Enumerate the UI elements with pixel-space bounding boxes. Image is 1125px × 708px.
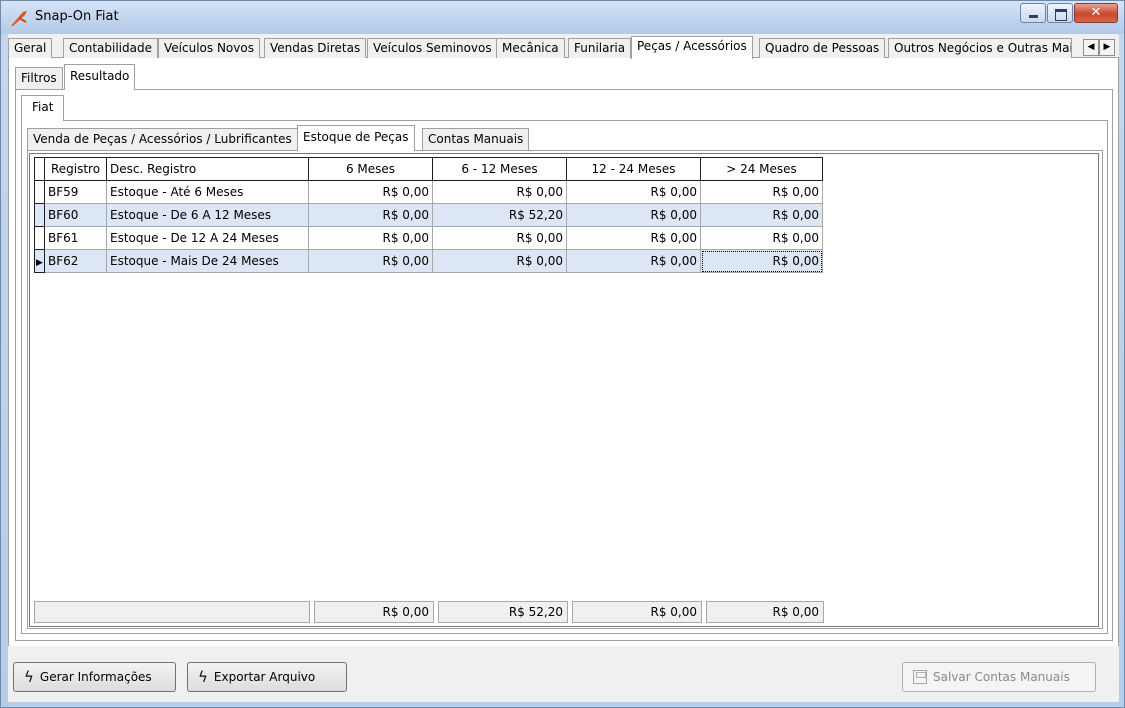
tab-filtros[interactable]: Filtros bbox=[15, 67, 63, 89]
table-row[interactable]: BF59 Estoque - Até 6 Meses R$ 0,00 R$ 0,… bbox=[34, 180, 823, 204]
cell-6-12-meses[interactable]: R$ 0,00 bbox=[432, 249, 567, 273]
header-6-meses[interactable]: 6 Meses bbox=[308, 157, 433, 181]
tab-contas-manuais[interactable]: Contas Manuais bbox=[422, 128, 530, 150]
total-6-12-meses: R$ 52,20 bbox=[438, 601, 568, 623]
cell-6-meses[interactable]: R$ 0,00 bbox=[308, 226, 433, 250]
tab-pecas-acessorios[interactable]: Peças / Acessórios bbox=[631, 36, 753, 59]
tab-resultado[interactable]: Resultado bbox=[64, 64, 136, 90]
header-registro[interactable]: Registro bbox=[44, 157, 107, 181]
salvar-label: Salvar Contas Manuais bbox=[933, 670, 1070, 684]
cell-24-plus-meses[interactable]: R$ 0,00 bbox=[700, 249, 823, 273]
table-row[interactable]: BF60 Estoque - De 6 A 12 Meses R$ 0,00 R… bbox=[34, 203, 823, 227]
row-indicator bbox=[34, 180, 45, 204]
tab-veiculos-novos[interactable]: Veículos Novos bbox=[158, 38, 260, 58]
cell-desc[interactable]: Estoque - Mais De 24 Meses bbox=[106, 249, 309, 273]
cell-6-12-meses[interactable]: R$ 52,20 bbox=[432, 203, 567, 227]
header-12-24-meses[interactable]: 12 - 24 Meses bbox=[566, 157, 701, 181]
header-desc-registro[interactable]: Desc. Registro bbox=[106, 157, 309, 181]
close-icon: ✕ bbox=[1090, 5, 1102, 20]
cell-registro[interactable]: BF59 bbox=[44, 180, 107, 204]
cell-12-24-meses[interactable]: R$ 0,00 bbox=[566, 203, 701, 227]
cell-6-meses[interactable]: R$ 0,00 bbox=[308, 249, 433, 273]
cell-desc[interactable]: Estoque - Até 6 Meses bbox=[106, 180, 309, 204]
header-6-12-meses[interactable]: 6 - 12 Meses bbox=[432, 157, 567, 181]
tab-geral[interactable]: Geral bbox=[8, 38, 53, 58]
salvar-contas-manuais-button[interactable]: Salvar Contas Manuais bbox=[902, 662, 1096, 692]
grid-header-row: Registro Desc. Registro 6 Meses 6 - 12 M… bbox=[34, 157, 823, 181]
tab-venda-pecas[interactable]: Venda de Peças / Acessórios / Lubrifican… bbox=[27, 128, 298, 150]
tab-quadro-de-pessoas[interactable]: Quadro de Pessoas bbox=[759, 38, 886, 58]
cell-24-plus-meses[interactable]: R$ 0,00 bbox=[700, 203, 823, 227]
header-24-plus-meses[interactable]: > 24 Meses bbox=[700, 157, 823, 181]
exportar-arquivo-button[interactable]: ϟ Exportar Arquivo bbox=[187, 662, 347, 692]
cell-12-24-meses[interactable]: R$ 0,00 bbox=[566, 249, 701, 273]
cell-24-plus-meses[interactable]: R$ 0,00 bbox=[700, 226, 823, 250]
cell-desc[interactable]: Estoque - De 12 A 24 Meses bbox=[106, 226, 309, 250]
current-row-arrow-icon: ▶ bbox=[34, 249, 45, 273]
cell-12-24-meses[interactable]: R$ 0,00 bbox=[566, 226, 701, 250]
cell-registro[interactable]: BF60 bbox=[44, 203, 107, 227]
maximize-button[interactable] bbox=[1047, 3, 1073, 23]
app-window: Snap-On Fiat ✕ Geral Contabilidade Veícu… bbox=[0, 0, 1125, 708]
minimize-button[interactable] bbox=[1020, 3, 1046, 23]
table-row-selected[interactable]: ▶ BF62 Estoque - Mais De 24 Meses R$ 0,0… bbox=[34, 249, 823, 273]
row-indicator-header bbox=[34, 157, 45, 181]
tab-funilaria[interactable]: Funilaria bbox=[568, 38, 632, 58]
title-bar[interactable]: Snap-On Fiat ✕ bbox=[1, 1, 1124, 34]
cell-6-12-meses[interactable]: R$ 0,00 bbox=[432, 226, 567, 250]
cell-6-12-meses[interactable]: R$ 0,00 bbox=[432, 180, 567, 204]
totals-row: R$ 0,00 R$ 52,20 R$ 0,00 R$ 0,00 bbox=[34, 601, 828, 623]
close-button[interactable]: ✕ bbox=[1074, 3, 1118, 23]
total-label-cell bbox=[34, 601, 310, 623]
cell-registro[interactable]: BF61 bbox=[44, 226, 107, 250]
tab-outros-negocios[interactable]: Outros Negócios e Outras Mai bbox=[888, 38, 1072, 58]
tab-veiculos-seminovos[interactable]: Veículos Seminovos bbox=[367, 38, 498, 58]
gerar-informacoes-button[interactable]: ϟ Gerar Informações bbox=[13, 662, 176, 692]
total-6-meses: R$ 0,00 bbox=[314, 601, 434, 623]
tab-vendas-diretas[interactable]: Vendas Diretas bbox=[264, 38, 367, 58]
save-icon bbox=[913, 670, 927, 684]
tab-mecanica[interactable]: Mecânica bbox=[496, 38, 565, 58]
table-row[interactable]: BF61 Estoque - De 12 A 24 Meses R$ 0,00 … bbox=[34, 226, 823, 250]
cell-6-meses[interactable]: R$ 0,00 bbox=[308, 203, 433, 227]
gerar-label: Gerar Informações bbox=[39, 670, 152, 684]
estoque-grid[interactable]: Registro Desc. Registro 6 Meses 6 - 12 M… bbox=[29, 153, 1099, 627]
tab-estoque-pecas[interactable]: Estoque de Peças bbox=[297, 125, 415, 151]
tab-contabilidade[interactable]: Contabilidade bbox=[63, 38, 158, 58]
exportar-label: Exportar Arquivo bbox=[213, 670, 316, 684]
tab-scroll-right-icon[interactable]: ▶ bbox=[1099, 39, 1115, 56]
cell-24-plus-meses[interactable]: R$ 0,00 bbox=[700, 180, 823, 204]
bottom-toolbar: ϟ Gerar Informações ϟ Exportar Arquivo S… bbox=[8, 646, 1119, 702]
main-tab-strip: Geral Contabilidade Veículos Novos Venda… bbox=[8, 36, 1119, 59]
row-indicator bbox=[34, 203, 45, 227]
total-12-24-meses: R$ 0,00 bbox=[572, 601, 702, 623]
client-area: Geral Contabilidade Veículos Novos Venda… bbox=[8, 34, 1119, 702]
cell-registro[interactable]: BF62 bbox=[44, 249, 107, 273]
tab-scroll-left-icon[interactable]: ◀ bbox=[1083, 39, 1099, 56]
lightning-icon: ϟ bbox=[198, 668, 208, 686]
cell-desc[interactable]: Estoque - De 6 A 12 Meses bbox=[106, 203, 309, 227]
row-indicator bbox=[34, 226, 45, 250]
cell-6-meses[interactable]: R$ 0,00 bbox=[308, 180, 433, 204]
window-title: Snap-On Fiat bbox=[35, 9, 119, 24]
total-24-plus-meses: R$ 0,00 bbox=[706, 601, 824, 623]
cell-12-24-meses[interactable]: R$ 0,00 bbox=[566, 180, 701, 204]
app-logo-icon bbox=[11, 11, 27, 26]
tab-fiat[interactable]: Fiat bbox=[21, 95, 65, 121]
lightning-icon: ϟ bbox=[24, 668, 34, 686]
